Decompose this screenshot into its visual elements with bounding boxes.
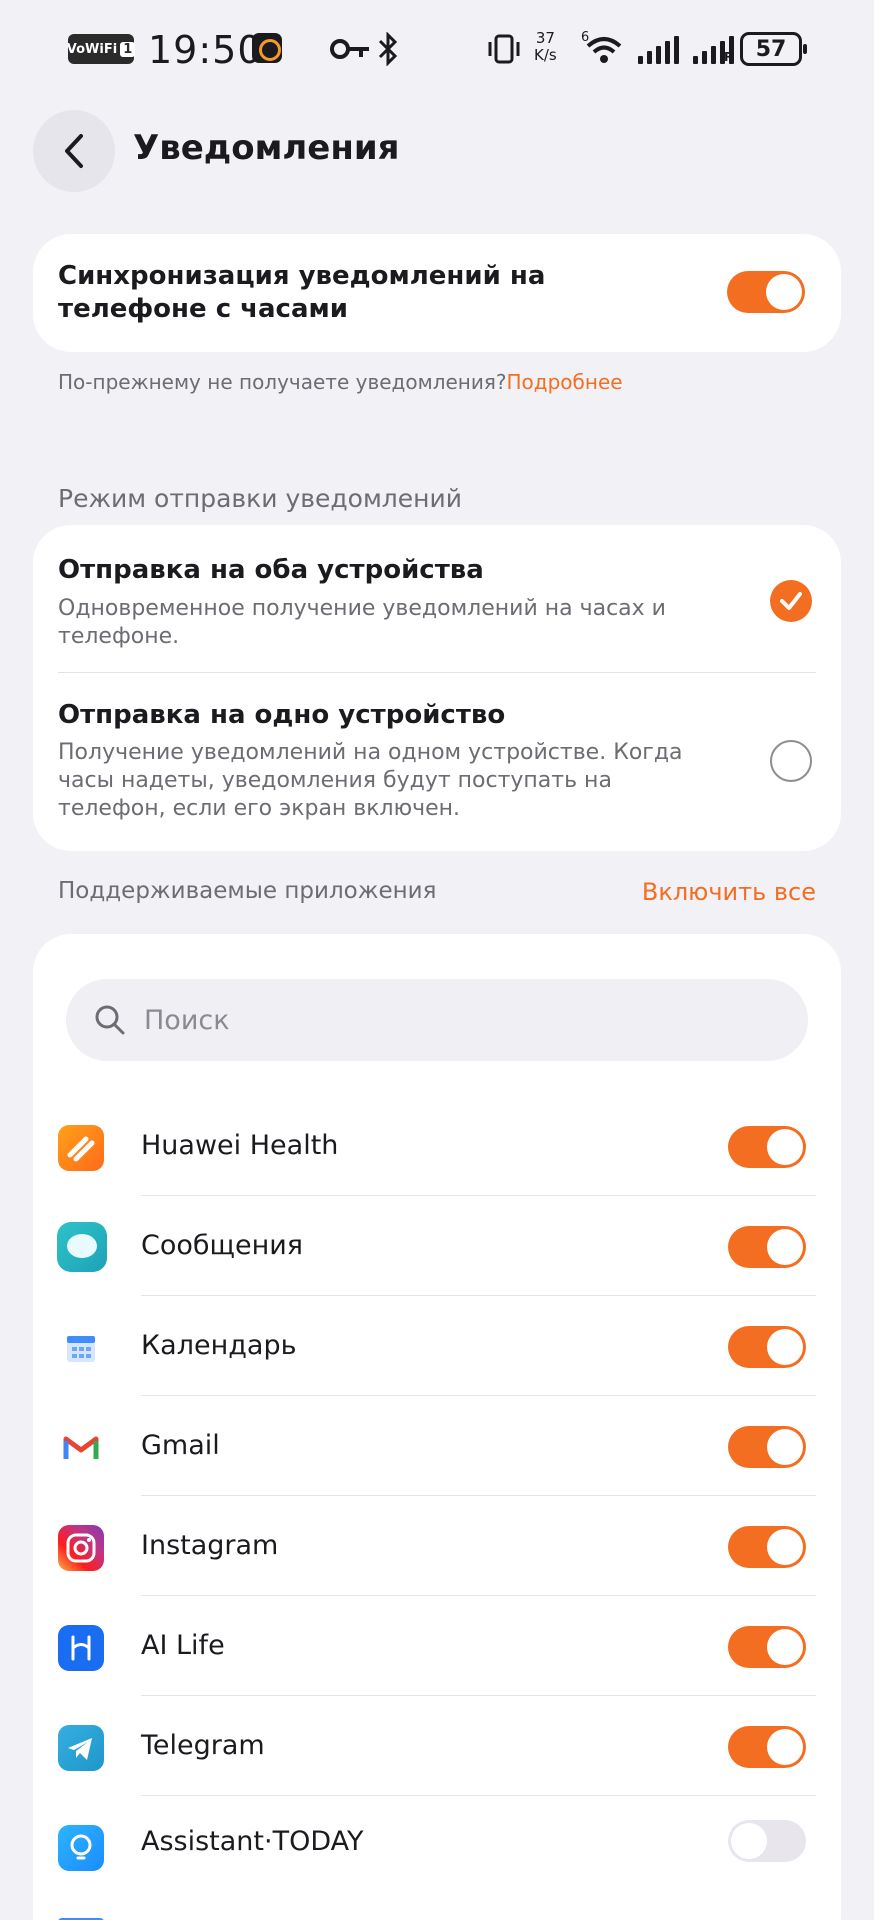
app-row-huawei-health: Huawei Health (33, 1096, 841, 1196)
app-row-calendar: Календарь (33, 1296, 841, 1396)
back-button[interactable] (33, 110, 115, 192)
app-toggle[interactable] (728, 1526, 806, 1568)
assistant-today-icon (58, 1825, 104, 1871)
ai-life-icon (58, 1625, 104, 1671)
app-name: Huawei Health (141, 1130, 339, 1161)
radio-unselected[interactable] (770, 740, 812, 782)
apps-card: Huawei Health Сообщения Календарь (33, 934, 841, 1920)
app-toggle[interactable] (728, 1426, 806, 1468)
app-toggle[interactable] (728, 1226, 806, 1268)
search-bar[interactable] (66, 979, 808, 1061)
vowifi-icon: VoWiFi 1 (67, 34, 136, 64)
signal-icon (638, 34, 679, 64)
key-icon (330, 39, 369, 59)
enable-all-button[interactable]: Включить все (642, 878, 816, 906)
check-icon (780, 592, 802, 610)
app-name: Instagram (141, 1530, 279, 1561)
wifi-icon (586, 37, 622, 63)
roaming-indicator: R (724, 50, 734, 64)
app-row-gmail: Gmail (33, 1396, 841, 1496)
radio-selected[interactable] (770, 580, 812, 622)
mode-option-description: Получение уведомлений на одном устройств… (58, 740, 683, 821)
apps-section-label: Поддерживаемые приложения (58, 878, 437, 904)
messages-icon (57, 1222, 107, 1272)
app-toggle[interactable] (728, 1126, 806, 1168)
chevron-left-icon (65, 134, 83, 168)
app-name: AI Life (141, 1630, 225, 1661)
app-name: Telegram (141, 1730, 265, 1761)
gmail-icon (58, 1425, 104, 1471)
app-toggle[interactable] (728, 1626, 806, 1668)
learn-more-link[interactable]: Подробнее (507, 370, 623, 394)
app-toggle[interactable] (728, 1326, 806, 1368)
sync-label: Синхронизация уведомлений на телефоне с … (58, 261, 546, 324)
search-input[interactable] (144, 979, 744, 1061)
status-bar: VoWiFi 1 19:50 37 K/s 6 R 57 (0, 0, 874, 100)
app-name: Gmail (141, 1430, 220, 1461)
mode-option-description: Одновременное получение уведомлений на ч… (58, 596, 666, 649)
app-name: Календарь (141, 1330, 297, 1361)
telegram-icon (58, 1725, 104, 1771)
mode-option-title: Отправка на одно устройство (58, 700, 506, 730)
net-speed: 37 K/s (534, 29, 557, 64)
app-notification-icon (252, 33, 282, 63)
calendar-icon (58, 1325, 104, 1371)
hint-text: По-прежнему не получаете уведомления?Под… (58, 370, 623, 394)
app-toggle[interactable] (728, 1726, 806, 1768)
app-row-messages: Сообщения (33, 1196, 841, 1296)
mode-card: Отправка на оба устройства Одновременное… (33, 525, 841, 851)
mode-option-title: Отправка на оба устройства (58, 555, 484, 585)
app-toggle[interactable] (728, 1820, 806, 1862)
app-row-instagram: Instagram (33, 1496, 841, 1596)
status-time: 19:50 (148, 28, 263, 72)
instagram-icon (58, 1525, 104, 1571)
bluetooth-icon (378, 32, 398, 66)
search-icon (95, 1005, 125, 1035)
huawei-health-icon (58, 1125, 104, 1171)
divider (58, 672, 816, 673)
mode-section-label: Режим отправки уведомлений (58, 484, 463, 513)
app-row-assistant-today: Assistant·TODAY (33, 1796, 841, 1896)
page-title: Уведомления (133, 128, 400, 168)
vibrate-icon (488, 34, 520, 64)
app-name: Assistant·TODAY (141, 1826, 364, 1857)
app-row-ai-life: AI Life (33, 1596, 841, 1696)
sync-card: Синхронизация уведомлений на телефоне с … (33, 234, 841, 352)
app-name: Сообщения (141, 1230, 304, 1261)
battery-icon: 57 (740, 32, 807, 66)
hint-message: По-прежнему не получаете уведомления? (58, 370, 507, 394)
sync-toggle[interactable] (727, 271, 805, 313)
app-row-telegram: Telegram (33, 1696, 841, 1796)
